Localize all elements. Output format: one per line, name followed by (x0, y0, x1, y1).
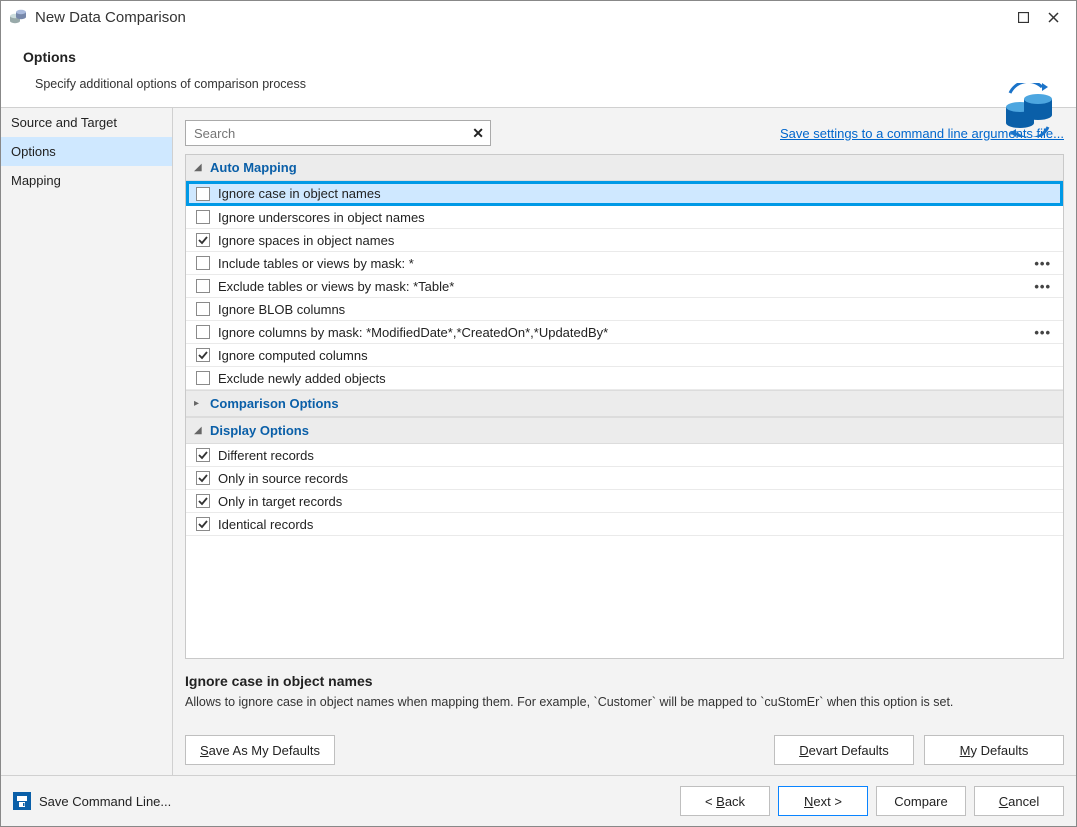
option-label: Different records (218, 448, 1055, 463)
window-title: New Data Comparison (35, 9, 1008, 26)
checkbox[interactable] (196, 279, 210, 293)
back-button[interactable]: < Back (680, 786, 770, 816)
checkbox[interactable] (196, 325, 210, 339)
content-area: ✕ Save settings to a command line argume… (173, 108, 1076, 775)
page-header: Options Specify additional options of co… (1, 33, 1076, 107)
save-command-line-button[interactable]: Save Command Line... (39, 794, 171, 809)
sidebar-item-options[interactable]: Options (1, 137, 172, 166)
maximize-button[interactable] (1008, 5, 1038, 29)
option-description: Ignore case in object names Allows to ig… (185, 673, 1064, 709)
option-exclude-new[interactable]: Exclude newly added objects (186, 367, 1063, 390)
option-label: Include tables or views by mask: * (218, 256, 1030, 271)
option-label: Exclude tables or views by mask: *Table* (218, 279, 1030, 294)
option-ignore-columns-mask[interactable]: Ignore columns by mask: *ModifiedDate*,*… (186, 321, 1063, 344)
option-ignore-blob[interactable]: Ignore BLOB columns (186, 298, 1063, 321)
checkbox[interactable] (196, 348, 210, 362)
page-description: Specify additional options of comparison… (35, 77, 1054, 91)
sidebar-item-source-target[interactable]: Source and Target (1, 108, 172, 137)
footer: Save Command Line... < Back Next > Compa… (1, 776, 1076, 826)
collapse-icon: ◢ (194, 425, 204, 436)
option-ignore-computed[interactable]: Ignore computed columns (186, 344, 1063, 367)
option-label: Ignore computed columns (218, 348, 1055, 363)
save-as-defaults-button[interactable]: Save As My Defaults (185, 735, 335, 765)
main-area: Source and Target Options Mapping ✕ Save… (1, 107, 1076, 776)
search-clear-icon[interactable]: ✕ (472, 125, 484, 142)
checkbox[interactable] (196, 256, 210, 270)
checkbox[interactable] (196, 302, 210, 316)
option-label: Only in target records (218, 494, 1055, 509)
option-identical[interactable]: Identical records (186, 513, 1063, 536)
page-title: Options (23, 49, 1054, 65)
save-icon (13, 792, 31, 810)
collapse-icon: ◢ (194, 162, 204, 173)
option-ignore-underscores[interactable]: Ignore underscores in object names (186, 206, 1063, 229)
close-button[interactable] (1038, 5, 1068, 29)
group-header-auto-mapping[interactable]: ◢ Auto Mapping (186, 155, 1063, 181)
option-label: Ignore columns by mask: *ModifiedDate*,*… (218, 325, 1030, 340)
group-label: Comparison Options (210, 396, 339, 411)
title-bar: New Data Comparison (1, 1, 1076, 33)
option-include-mask[interactable]: Include tables or views by mask: * ••• (186, 252, 1063, 275)
option-label: Only in source records (218, 471, 1055, 486)
group-header-display[interactable]: ◢ Display Options (186, 417, 1063, 444)
my-defaults-button[interactable]: My Defaults (924, 735, 1064, 765)
option-label: Ignore spaces in object names (218, 233, 1055, 248)
option-label: Ignore underscores in object names (218, 210, 1055, 225)
option-exclude-mask[interactable]: Exclude tables or views by mask: *Table*… (186, 275, 1063, 298)
option-ignore-case[interactable]: Ignore case in object names (186, 181, 1063, 206)
more-button[interactable]: ••• (1030, 279, 1055, 294)
checkbox[interactable] (196, 210, 210, 224)
checkbox[interactable] (196, 187, 210, 201)
more-button[interactable]: ••• (1030, 256, 1055, 271)
option-only-source[interactable]: Only in source records (186, 467, 1063, 490)
search-input[interactable] (192, 125, 472, 142)
expand-icon: ▸ (194, 398, 204, 409)
devart-defaults-button[interactable]: Devart Defaults (774, 735, 914, 765)
group-label: Display Options (210, 423, 309, 438)
sidebar-item-mapping[interactable]: Mapping (1, 166, 172, 195)
option-label: Ignore case in object names (218, 186, 1055, 201)
checkbox[interactable] (196, 371, 210, 385)
option-label: Identical records (218, 517, 1055, 532)
checkbox[interactable] (196, 517, 210, 531)
checkbox[interactable] (196, 233, 210, 247)
option-ignore-spaces[interactable]: Ignore spaces in object names (186, 229, 1063, 252)
header-icon (1002, 83, 1056, 137)
option-label: Ignore BLOB columns (218, 302, 1055, 317)
cancel-button[interactable]: Cancel (974, 786, 1064, 816)
description-text: Allows to ignore case in object names wh… (185, 695, 1064, 709)
checkbox[interactable] (196, 471, 210, 485)
sidebar: Source and Target Options Mapping (1, 108, 173, 775)
more-button[interactable]: ••• (1030, 325, 1055, 340)
option-only-target[interactable]: Only in target records (186, 490, 1063, 513)
checkbox[interactable] (196, 448, 210, 462)
option-different-records[interactable]: Different records (186, 444, 1063, 467)
next-button[interactable]: Next > (778, 786, 868, 816)
option-label: Exclude newly added objects (218, 371, 1055, 386)
app-icon (9, 8, 27, 26)
options-panel: ◢ Auto Mapping Ignore case in object nam… (185, 154, 1064, 659)
group-label: Auto Mapping (210, 160, 297, 175)
checkbox[interactable] (196, 494, 210, 508)
compare-button[interactable]: Compare (876, 786, 966, 816)
group-header-comparison[interactable]: ▸ Comparison Options (186, 390, 1063, 417)
description-title: Ignore case in object names (185, 673, 1064, 689)
search-input-wrapper: ✕ (185, 120, 491, 146)
